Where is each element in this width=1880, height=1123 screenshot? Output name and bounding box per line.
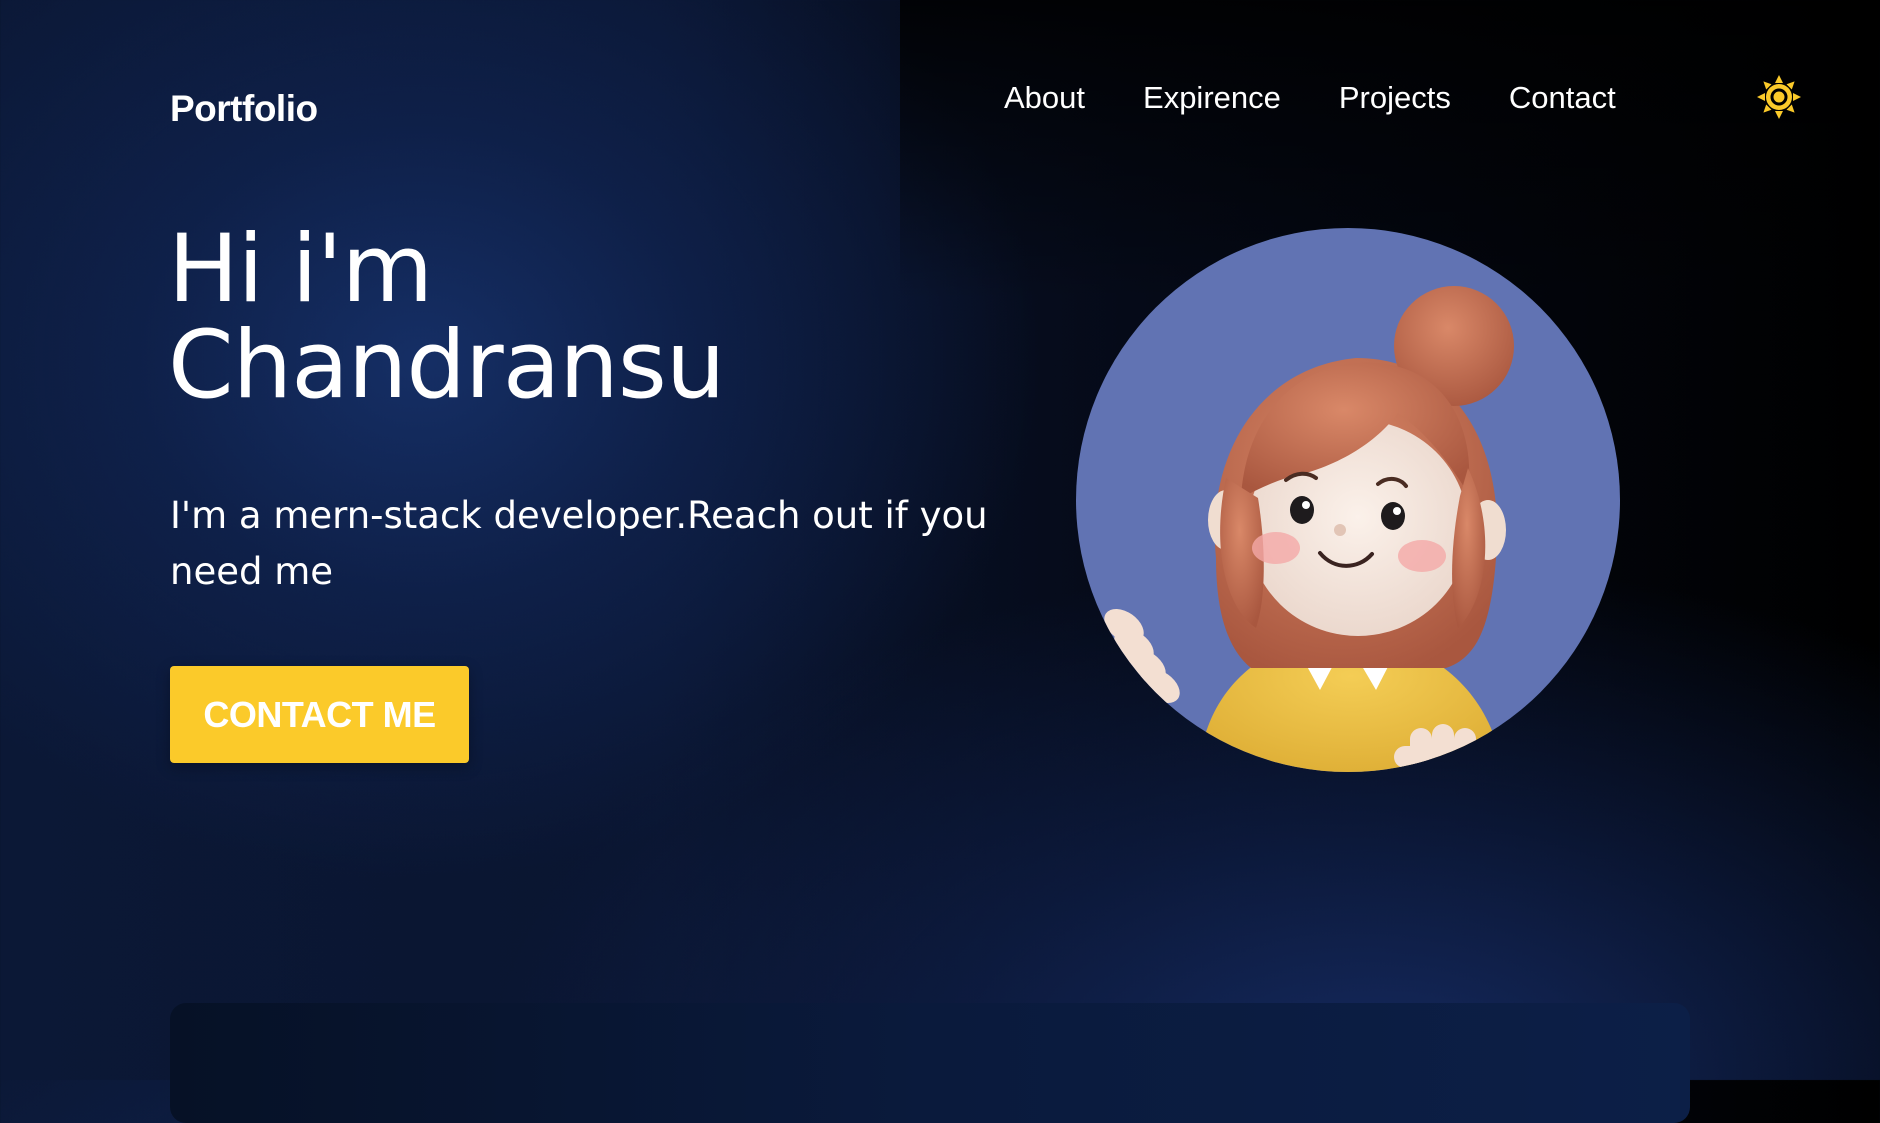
- theme-toggle-button[interactable]: [1756, 74, 1802, 120]
- contact-me-button[interactable]: CONTACT ME: [170, 666, 469, 763]
- nav-link-experience[interactable]: Expirence: [1143, 80, 1281, 116]
- sun-icon: [1757, 75, 1801, 119]
- main-nav: About Expirence Projects Contact: [1004, 80, 1616, 116]
- hero-greeting: Hi i'm: [168, 215, 433, 324]
- next-section-card: [170, 1003, 1690, 1123]
- nav-link-about[interactable]: About: [1004, 80, 1085, 116]
- site-logo[interactable]: Portfolio: [170, 88, 318, 130]
- hero-tagline: I'm a mern-stack developer.Reach out if …: [170, 494, 988, 593]
- nav-link-contact[interactable]: Contact: [1509, 80, 1616, 116]
- hero-heading: Hi i'm Chandransu: [168, 215, 725, 420]
- nav-link-projects[interactable]: Projects: [1339, 80, 1451, 116]
- hero-name: Chandransu: [168, 311, 725, 420]
- cartoon-girl-avatar: [1076, 228, 1620, 772]
